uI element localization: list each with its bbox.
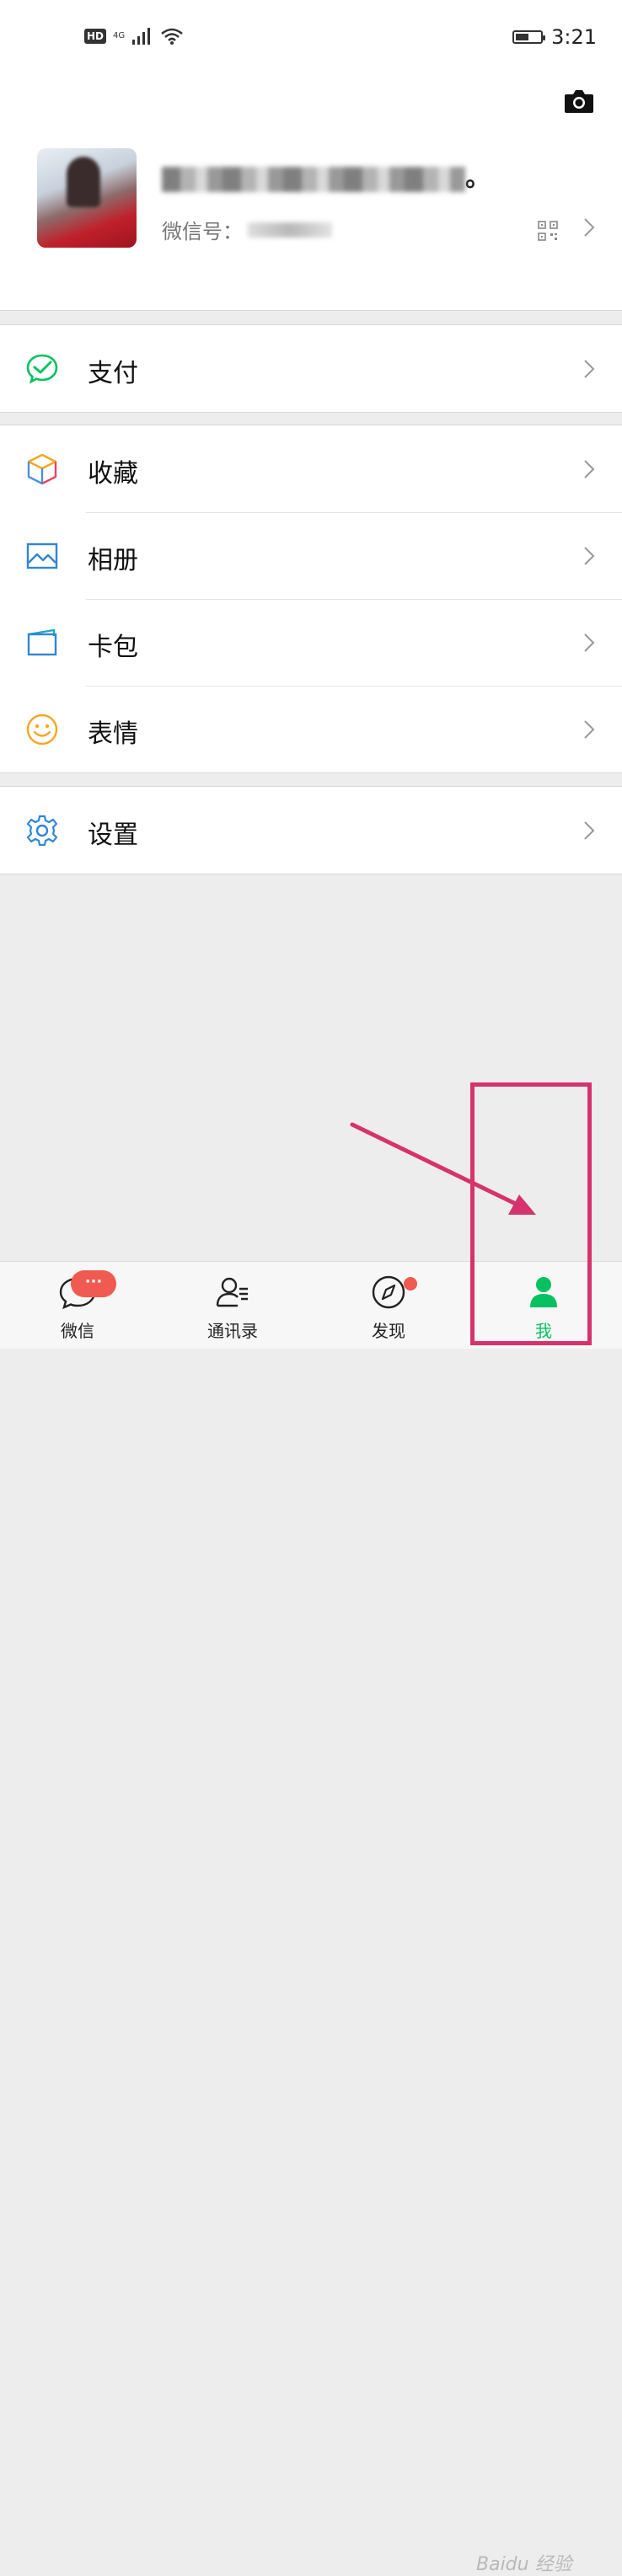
tab-label: 微信 xyxy=(61,1321,94,1341)
tab-contacts[interactable]: 通讯录 xyxy=(182,1262,283,1349)
menu-item-pay[interactable]: 支付 xyxy=(0,325,622,412)
tab-discover[interactable]: 发现 xyxy=(338,1262,439,1349)
chevron-right-icon xyxy=(583,546,595,566)
annotation-highlight-box xyxy=(470,1082,592,1345)
wifi-icon xyxy=(161,28,183,45)
contacts-icon xyxy=(216,1277,248,1307)
nickname-blurred xyxy=(162,166,465,192)
favorites-icon xyxy=(27,453,57,485)
menu-group-collections: 收藏 相册 卡包 表情 xyxy=(0,425,622,773)
camera-icon[interactable] xyxy=(563,86,595,118)
menu-item-label: 表情 xyxy=(88,719,138,749)
chevron-right-icon xyxy=(583,820,595,841)
clock: 3:21 xyxy=(551,25,597,49)
menu-item-stickers[interactable]: 表情 xyxy=(0,686,622,772)
card-wallet-icon xyxy=(27,628,57,656)
menu-item-settings[interactable]: 设置 xyxy=(0,787,622,874)
avatar[interactable] xyxy=(37,148,137,248)
settings-icon xyxy=(26,815,58,847)
qr-code-icon[interactable] xyxy=(538,221,558,241)
profile-header[interactable]: 。 微信号： xyxy=(0,76,622,311)
menu-item-album[interactable]: 相册 xyxy=(0,512,622,599)
menu-group-settings: 设置 xyxy=(0,786,622,874)
status-bar: HD 4G 3:21 xyxy=(0,0,622,76)
chevron-right-icon xyxy=(583,359,595,379)
album-icon xyxy=(26,542,58,569)
wechat-id-blurred xyxy=(248,222,332,238)
chevron-right-icon xyxy=(583,217,595,238)
wechat-id-label: 微信号： xyxy=(162,220,243,243)
chevron-right-icon xyxy=(583,459,595,479)
menu-item-favorites[interactable]: 收藏 xyxy=(0,425,622,512)
chevron-right-icon xyxy=(583,633,595,653)
unread-badge: ··· xyxy=(71,1270,116,1297)
battery-icon xyxy=(512,30,546,44)
menu-item-card-wallet[interactable]: 卡包 xyxy=(0,599,622,686)
sticker-icon xyxy=(26,713,58,746)
menu-item-label: 卡包 xyxy=(88,633,138,662)
menu-item-label: 收藏 xyxy=(88,459,138,489)
signal-icon xyxy=(132,28,151,45)
menu-item-label: 支付 xyxy=(88,359,138,388)
pay-icon xyxy=(26,354,58,384)
tab-chats[interactable]: ··· 微信 xyxy=(27,1262,128,1349)
hd-indicator: HD xyxy=(84,29,107,44)
new-activity-dot xyxy=(404,1277,417,1291)
menu-item-label: 相册 xyxy=(88,546,138,575)
status-right: 3:21 xyxy=(512,25,597,49)
tab-label: 通讯录 xyxy=(207,1321,258,1341)
chevron-right-icon xyxy=(583,719,595,740)
nickname-suffix: 。 xyxy=(465,163,491,193)
menu-item-label: 设置 xyxy=(88,820,138,850)
watermark: Baidu 经验 xyxy=(476,2554,572,2575)
tab-label: 发现 xyxy=(372,1321,405,1341)
compass-icon xyxy=(372,1275,405,1309)
wechat-id: 微信号： xyxy=(162,215,332,244)
nickname: 。 xyxy=(162,157,491,194)
network-indicator: 4G xyxy=(113,31,126,40)
menu-group-pay: 支付 xyxy=(0,324,622,413)
status-left: HD 4G xyxy=(84,27,184,45)
